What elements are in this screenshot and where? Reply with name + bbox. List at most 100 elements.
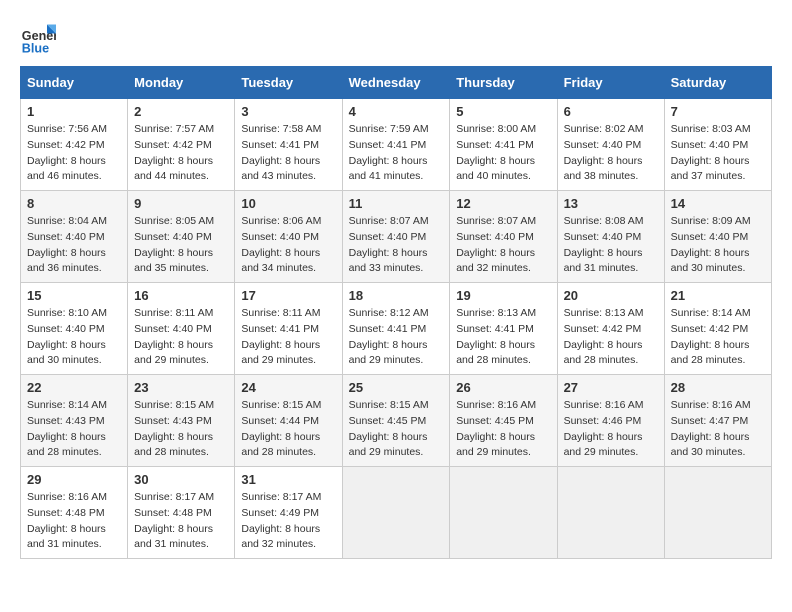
day-cell: 20 Sunrise: 8:13 AMSunset: 4:42 PMDaylig… (557, 283, 664, 375)
day-info: Sunrise: 8:15 AMSunset: 4:43 PMDaylight:… (134, 399, 214, 458)
day-info: Sunrise: 8:08 AMSunset: 4:40 PMDaylight:… (564, 215, 644, 274)
day-info: Sunrise: 8:16 AMSunset: 4:46 PMDaylight:… (564, 399, 644, 458)
day-number: 31 (241, 472, 335, 487)
day-number: 13 (564, 196, 658, 211)
day-info: Sunrise: 8:15 AMSunset: 4:44 PMDaylight:… (241, 399, 321, 458)
day-number: 6 (564, 104, 658, 119)
day-number: 27 (564, 380, 658, 395)
day-cell: 26 Sunrise: 8:16 AMSunset: 4:45 PMDaylig… (450, 375, 557, 467)
day-number: 24 (241, 380, 335, 395)
day-number: 22 (27, 380, 121, 395)
header-cell-tuesday: Tuesday (235, 67, 342, 99)
day-number: 12 (456, 196, 550, 211)
day-info: Sunrise: 8:16 AMSunset: 4:48 PMDaylight:… (27, 491, 107, 550)
logo: General Blue (20, 20, 60, 56)
day-info: Sunrise: 8:11 AMSunset: 4:41 PMDaylight:… (241, 307, 320, 366)
header-row: SundayMondayTuesdayWednesdayThursdayFrid… (21, 67, 772, 99)
day-cell: 7 Sunrise: 8:03 AMSunset: 4:40 PMDayligh… (664, 99, 771, 191)
day-info: Sunrise: 8:11 AMSunset: 4:40 PMDaylight:… (134, 307, 213, 366)
day-number: 23 (134, 380, 228, 395)
header-cell-friday: Friday (557, 67, 664, 99)
day-info: Sunrise: 8:07 AMSunset: 4:40 PMDaylight:… (456, 215, 536, 274)
day-cell: 10 Sunrise: 8:06 AMSunset: 4:40 PMDaylig… (235, 191, 342, 283)
day-number: 29 (27, 472, 121, 487)
calendar-body: 1 Sunrise: 7:56 AMSunset: 4:42 PMDayligh… (21, 99, 772, 559)
day-number: 11 (349, 196, 444, 211)
day-cell: 25 Sunrise: 8:15 AMSunset: 4:45 PMDaylig… (342, 375, 450, 467)
day-cell: 5 Sunrise: 8:00 AMSunset: 4:41 PMDayligh… (450, 99, 557, 191)
day-cell (342, 467, 450, 559)
week-row-1: 1 Sunrise: 7:56 AMSunset: 4:42 PMDayligh… (21, 99, 772, 191)
day-info: Sunrise: 8:17 AMSunset: 4:48 PMDaylight:… (134, 491, 214, 550)
day-info: Sunrise: 8:04 AMSunset: 4:40 PMDaylight:… (27, 215, 107, 274)
day-number: 19 (456, 288, 550, 303)
header-cell-thursday: Thursday (450, 67, 557, 99)
day-cell: 31 Sunrise: 8:17 AMSunset: 4:49 PMDaylig… (235, 467, 342, 559)
svg-text:Blue: Blue (22, 41, 49, 55)
day-info: Sunrise: 8:14 AMSunset: 4:42 PMDaylight:… (671, 307, 751, 366)
day-info: Sunrise: 8:13 AMSunset: 4:41 PMDaylight:… (456, 307, 536, 366)
day-info: Sunrise: 8:06 AMSunset: 4:40 PMDaylight:… (241, 215, 321, 274)
day-info: Sunrise: 8:14 AMSunset: 4:43 PMDaylight:… (27, 399, 107, 458)
day-number: 26 (456, 380, 550, 395)
day-number: 3 (241, 104, 335, 119)
day-cell: 27 Sunrise: 8:16 AMSunset: 4:46 PMDaylig… (557, 375, 664, 467)
day-info: Sunrise: 8:09 AMSunset: 4:40 PMDaylight:… (671, 215, 751, 274)
day-cell: 16 Sunrise: 8:11 AMSunset: 4:40 PMDaylig… (128, 283, 235, 375)
day-number: 1 (27, 104, 121, 119)
week-row-2: 8 Sunrise: 8:04 AMSunset: 4:40 PMDayligh… (21, 191, 772, 283)
day-cell (664, 467, 771, 559)
day-info: Sunrise: 8:17 AMSunset: 4:49 PMDaylight:… (241, 491, 321, 550)
day-cell: 8 Sunrise: 8:04 AMSunset: 4:40 PMDayligh… (21, 191, 128, 283)
day-number: 15 (27, 288, 121, 303)
day-cell: 17 Sunrise: 8:11 AMSunset: 4:41 PMDaylig… (235, 283, 342, 375)
day-cell: 1 Sunrise: 7:56 AMSunset: 4:42 PMDayligh… (21, 99, 128, 191)
header-cell-saturday: Saturday (664, 67, 771, 99)
day-cell: 18 Sunrise: 8:12 AMSunset: 4:41 PMDaylig… (342, 283, 450, 375)
day-cell: 28 Sunrise: 8:16 AMSunset: 4:47 PMDaylig… (664, 375, 771, 467)
day-number: 7 (671, 104, 765, 119)
day-cell: 29 Sunrise: 8:16 AMSunset: 4:48 PMDaylig… (21, 467, 128, 559)
day-number: 20 (564, 288, 658, 303)
day-number: 25 (349, 380, 444, 395)
day-info: Sunrise: 7:56 AMSunset: 4:42 PMDaylight:… (27, 123, 107, 182)
day-cell (557, 467, 664, 559)
day-info: Sunrise: 7:57 AMSunset: 4:42 PMDaylight:… (134, 123, 214, 182)
day-info: Sunrise: 8:15 AMSunset: 4:45 PMDaylight:… (349, 399, 429, 458)
day-info: Sunrise: 8:10 AMSunset: 4:40 PMDaylight:… (27, 307, 107, 366)
logo-icon: General Blue (20, 20, 56, 56)
day-number: 18 (349, 288, 444, 303)
day-cell: 23 Sunrise: 8:15 AMSunset: 4:43 PMDaylig… (128, 375, 235, 467)
day-number: 28 (671, 380, 765, 395)
day-cell: 6 Sunrise: 8:02 AMSunset: 4:40 PMDayligh… (557, 99, 664, 191)
header-cell-monday: Monday (128, 67, 235, 99)
day-number: 4 (349, 104, 444, 119)
day-info: Sunrise: 8:00 AMSunset: 4:41 PMDaylight:… (456, 123, 536, 182)
day-info: Sunrise: 8:03 AMSunset: 4:40 PMDaylight:… (671, 123, 751, 182)
day-number: 30 (134, 472, 228, 487)
day-cell: 11 Sunrise: 8:07 AMSunset: 4:40 PMDaylig… (342, 191, 450, 283)
day-cell (450, 467, 557, 559)
day-number: 9 (134, 196, 228, 211)
day-cell: 14 Sunrise: 8:09 AMSunset: 4:40 PMDaylig… (664, 191, 771, 283)
day-number: 5 (456, 104, 550, 119)
day-cell: 15 Sunrise: 8:10 AMSunset: 4:40 PMDaylig… (21, 283, 128, 375)
day-info: Sunrise: 7:59 AMSunset: 4:41 PMDaylight:… (349, 123, 429, 182)
day-cell: 4 Sunrise: 7:59 AMSunset: 4:41 PMDayligh… (342, 99, 450, 191)
day-cell: 22 Sunrise: 8:14 AMSunset: 4:43 PMDaylig… (21, 375, 128, 467)
day-cell: 9 Sunrise: 8:05 AMSunset: 4:40 PMDayligh… (128, 191, 235, 283)
page-header: General Blue (20, 20, 772, 56)
week-row-3: 15 Sunrise: 8:10 AMSunset: 4:40 PMDaylig… (21, 283, 772, 375)
day-cell: 2 Sunrise: 7:57 AMSunset: 4:42 PMDayligh… (128, 99, 235, 191)
day-number: 8 (27, 196, 121, 211)
day-cell: 12 Sunrise: 8:07 AMSunset: 4:40 PMDaylig… (450, 191, 557, 283)
day-number: 14 (671, 196, 765, 211)
week-row-4: 22 Sunrise: 8:14 AMSunset: 4:43 PMDaylig… (21, 375, 772, 467)
day-number: 21 (671, 288, 765, 303)
day-number: 17 (241, 288, 335, 303)
header-cell-wednesday: Wednesday (342, 67, 450, 99)
day-info: Sunrise: 8:07 AMSunset: 4:40 PMDaylight:… (349, 215, 429, 274)
day-info: Sunrise: 8:13 AMSunset: 4:42 PMDaylight:… (564, 307, 644, 366)
day-info: Sunrise: 8:02 AMSunset: 4:40 PMDaylight:… (564, 123, 644, 182)
calendar-header: SundayMondayTuesdayWednesdayThursdayFrid… (21, 67, 772, 99)
